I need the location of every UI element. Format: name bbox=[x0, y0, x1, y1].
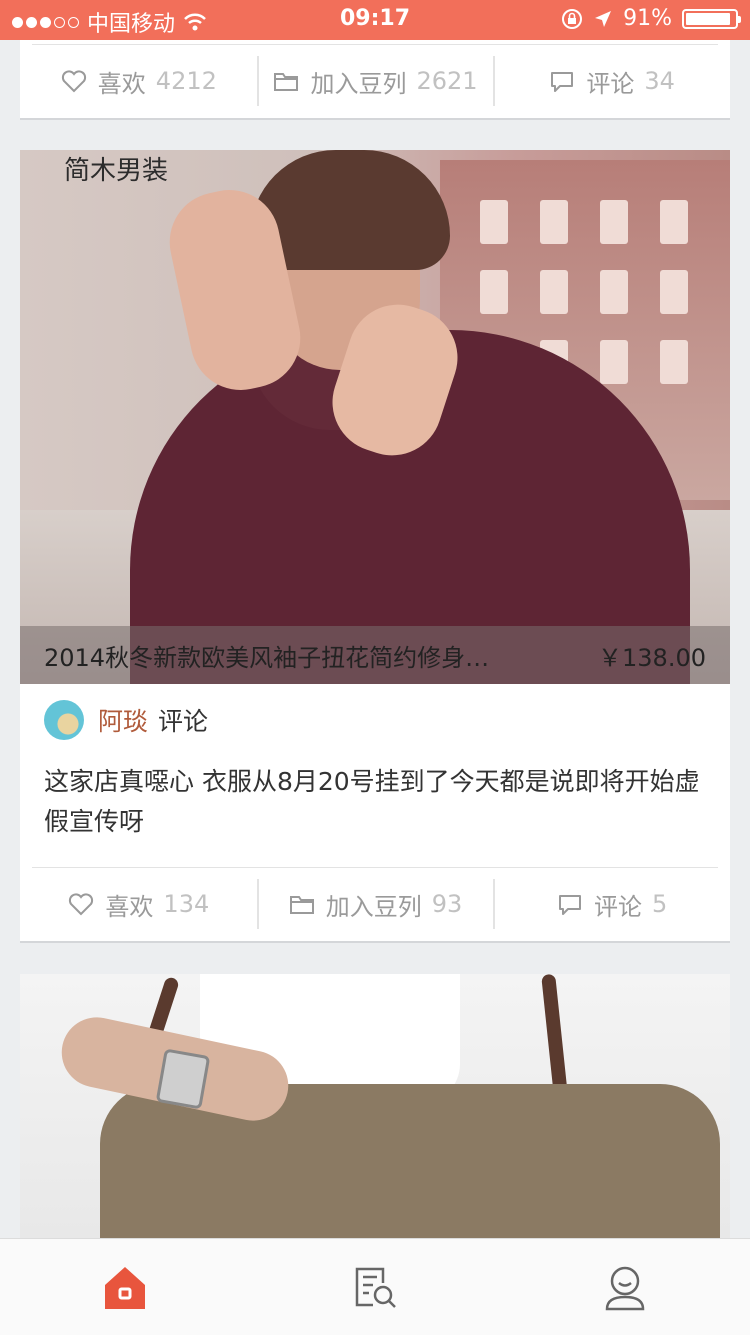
search-list-icon bbox=[355, 1267, 396, 1308]
tab-home[interactable] bbox=[0, 1239, 250, 1335]
like-button[interactable]: 喜欢 4212 bbox=[20, 44, 257, 118]
like-label: 喜欢 bbox=[97, 69, 146, 98]
heart-icon bbox=[61, 70, 86, 93]
profile-icon bbox=[605, 1266, 645, 1311]
avatar[interactable] bbox=[44, 700, 84, 740]
product-photo[interactable] bbox=[20, 974, 730, 1238]
add-to-list-count: 93 bbox=[431, 890, 463, 918]
user-name[interactable]: 阿琰 bbox=[98, 702, 148, 738]
add-to-list-label: 加入豆列 bbox=[325, 892, 422, 921]
comment-label: 评论 bbox=[594, 892, 643, 921]
add-to-list-count: 2621 bbox=[416, 67, 478, 95]
location-icon bbox=[595, 10, 612, 27]
tab-discover[interactable] bbox=[250, 1239, 500, 1335]
comment-button[interactable]: 评论 5 bbox=[493, 867, 730, 941]
home-icon bbox=[105, 1267, 145, 1309]
product-price: ￥138.00 bbox=[598, 643, 706, 672]
add-to-list-button[interactable]: 加入豆列 2621 bbox=[256, 44, 494, 118]
card-actions: 喜欢 134 加入豆列 93 评论 5 bbox=[20, 867, 730, 941]
like-label: 喜欢 bbox=[105, 892, 154, 921]
comment-count: 34 bbox=[644, 67, 675, 95]
product-photo[interactable]: 简木男装 2014秋冬新款欧美风袖子扭花简约修身… ￥138.00 bbox=[20, 150, 730, 684]
product-info-bar[interactable]: 2014秋冬新款欧美风袖子扭花简约修身… ￥138.00 bbox=[20, 626, 730, 684]
comment-button[interactable]: 评论 34 bbox=[493, 44, 730, 118]
tab-bar bbox=[0, 1238, 750, 1335]
like-count: 134 bbox=[163, 890, 210, 918]
like-count: 4212 bbox=[155, 67, 217, 95]
comment-text: 这家店真噁心 衣服从8月20号挂到了今天都是说即将开始虚假宣传呀 bbox=[44, 767, 700, 836]
card-actions: 喜欢 4212 加入豆列 2621 评论 34 bbox=[20, 44, 730, 118]
heart-icon bbox=[69, 893, 94, 916]
feed-card bbox=[20, 974, 730, 1238]
comment-header: 阿琰 评论 bbox=[44, 700, 208, 740]
product-title: 2014秋冬新款欧美风袖子扭花简约修身… bbox=[44, 643, 490, 672]
comment-count: 5 bbox=[652, 890, 668, 918]
rotation-lock-icon bbox=[562, 8, 583, 29]
folder-icon bbox=[274, 73, 299, 91]
add-to-list-label: 加入豆列 bbox=[310, 69, 407, 98]
comment-icon bbox=[551, 72, 574, 92]
tab-profile[interactable] bbox=[500, 1239, 750, 1335]
like-button[interactable]: 喜欢 134 bbox=[20, 867, 257, 941]
feed-card: 简木男装 2014秋冬新款欧美风袖子扭花简约修身… ￥138.00 阿琰 评论 … bbox=[20, 150, 730, 943]
feed-card: 喜欢 4212 加入豆列 2621 评论 34 bbox=[20, 40, 730, 120]
status-bar: 中国移动 09:17 91% bbox=[0, 0, 750, 40]
folder-icon bbox=[289, 896, 314, 914]
battery-icon bbox=[682, 8, 741, 29]
comment-label: 评论 bbox=[586, 69, 635, 98]
battery-percent: 91% bbox=[623, 6, 672, 31]
comment-icon bbox=[559, 895, 582, 915]
comment-type-label: 评论 bbox=[158, 707, 209, 736]
add-to-list-button[interactable]: 加入豆列 93 bbox=[256, 867, 494, 941]
photo-watermark: 简木男装 bbox=[64, 156, 169, 186]
